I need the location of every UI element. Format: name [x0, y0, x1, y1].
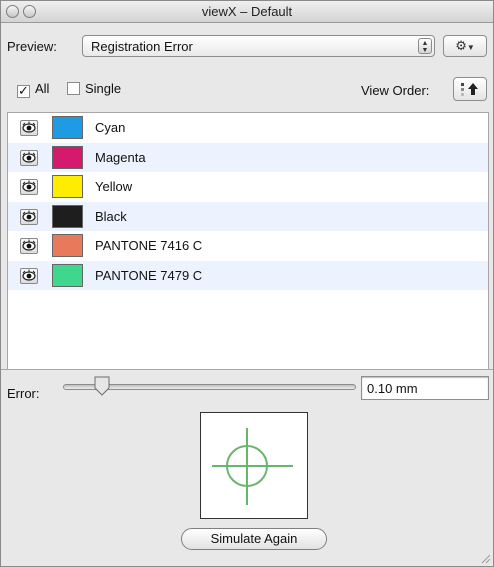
single-checkbox-row[interactable]: Single	[67, 81, 121, 96]
separation-name: Black	[95, 208, 127, 224]
separation-row[interactable]: Yellow	[8, 172, 488, 201]
error-value-field[interactable]: 0.10 mm	[361, 376, 489, 400]
eye-icon[interactable]	[20, 267, 38, 284]
color-swatch	[52, 175, 83, 198]
separation-row[interactable]: Black	[8, 201, 488, 231]
separation-row[interactable]: PANTONE 7479 C	[8, 260, 488, 290]
separation-row[interactable]: Cyan	[8, 113, 488, 142]
preview-mode-popup[interactable]: Registration Error ▲ ▼	[82, 35, 435, 57]
single-label: Single	[85, 81, 122, 96]
color-swatch	[52, 116, 83, 139]
separation-name: PANTONE 7479 C	[95, 267, 203, 283]
separation-name: PANTONE 7416 C	[95, 238, 203, 253]
all-checkbox[interactable]: ✓	[17, 84, 30, 98]
separation-name: Cyan	[95, 120, 126, 135]
all-checkbox-row[interactable]: ✓ All	[17, 81, 49, 98]
preview-label: Preview:	[7, 39, 57, 54]
title-bar: viewX – Default	[1, 1, 493, 23]
view-order-button[interactable]	[453, 77, 487, 101]
sort-order-icon	[461, 83, 478, 96]
eye-icon[interactable]	[20, 120, 38, 136]
popup-arrows-icon: ▲ ▼	[418, 38, 432, 54]
eye-icon[interactable]	[20, 208, 38, 225]
all-label: All	[35, 81, 50, 96]
separation-name: Magenta	[95, 149, 146, 165]
eye-icon[interactable]	[20, 179, 38, 195]
viewx-window: viewX – Default Preview: Registration Er…	[0, 0, 494, 567]
color-swatch	[52, 234, 83, 257]
eye-icon[interactable]	[20, 149, 38, 166]
color-swatch	[52, 263, 83, 287]
separation-row[interactable]: Magenta	[8, 142, 488, 172]
window-title: viewX – Default	[201, 4, 293, 19]
separations-list: Cyan Magenta Yellow Black PANTONE 7416 C PANT…	[7, 112, 489, 369]
separation-name: Yellow	[95, 179, 133, 194]
registration-target-icon	[212, 428, 293, 505]
divider	[1, 369, 493, 370]
view-order-label: View Order:	[361, 83, 430, 98]
single-checkbox[interactable]	[67, 82, 80, 95]
resize-grip-icon[interactable]	[480, 553, 491, 564]
error-label: Error:	[7, 386, 40, 401]
preview-mode-value: Registration Error	[91, 39, 193, 54]
registration-preview	[200, 412, 308, 519]
eye-icon[interactable]	[20, 238, 38, 254]
error-slider-knob[interactable]	[93, 376, 111, 396]
color-swatch	[52, 204, 83, 228]
color-swatch	[52, 145, 83, 169]
separation-row[interactable]: PANTONE 7416 C	[8, 231, 488, 260]
gear-icon: ⚙	[455, 38, 467, 53]
action-menu-button[interactable]: ⚙▼	[443, 35, 487, 57]
simulate-again-button[interactable]: Simulate Again	[181, 528, 327, 550]
chevron-down-icon: ▼	[466, 43, 475, 52]
